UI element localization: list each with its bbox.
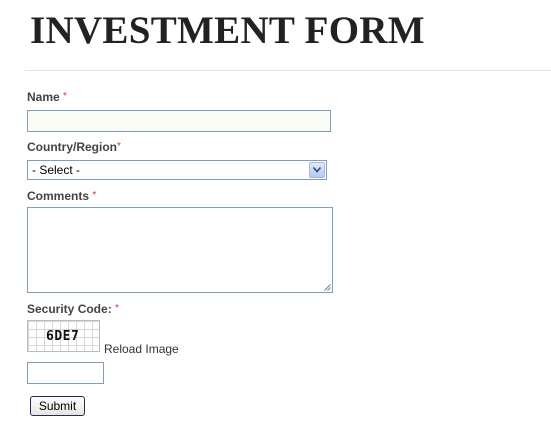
title-divider xyxy=(25,70,551,71)
country-label: Country/Region* xyxy=(27,140,121,154)
reload-image-link[interactable]: Reload Image xyxy=(104,342,179,356)
select-dropdown-button[interactable] xyxy=(309,162,325,178)
name-required-mark: * xyxy=(63,91,67,102)
country-select-value: - Select - xyxy=(32,163,81,177)
submit-button[interactable]: Submit xyxy=(30,396,85,416)
country-required-mark: * xyxy=(117,141,121,152)
security-required-mark: * xyxy=(115,303,119,314)
security-code-label-text: Security Code: xyxy=(27,302,112,316)
name-label: Name * xyxy=(27,90,67,104)
captcha-image: 6DE7 xyxy=(27,320,100,352)
comments-textarea[interactable] xyxy=(27,207,333,293)
security-code-label: Security Code: * xyxy=(27,302,119,316)
resize-grip-icon[interactable] xyxy=(323,283,331,291)
page-title: INVESTMENT FORM xyxy=(30,9,425,52)
chevron-down-icon xyxy=(313,167,321,173)
security-code-input[interactable] xyxy=(27,362,104,384)
investment-form-page: INVESTMENT FORM Name * Country/Region* -… xyxy=(0,0,551,431)
comments-label: Comments * xyxy=(27,189,96,203)
comments-required-mark: * xyxy=(92,190,97,201)
captcha-text: 6DE7 xyxy=(46,329,80,344)
name-input[interactable] xyxy=(27,110,331,132)
name-label-text: Name xyxy=(27,90,60,104)
country-select[interactable]: - Select - xyxy=(27,160,327,180)
country-label-text: Country/Region xyxy=(27,140,117,154)
comments-label-text: Comments xyxy=(27,189,90,203)
